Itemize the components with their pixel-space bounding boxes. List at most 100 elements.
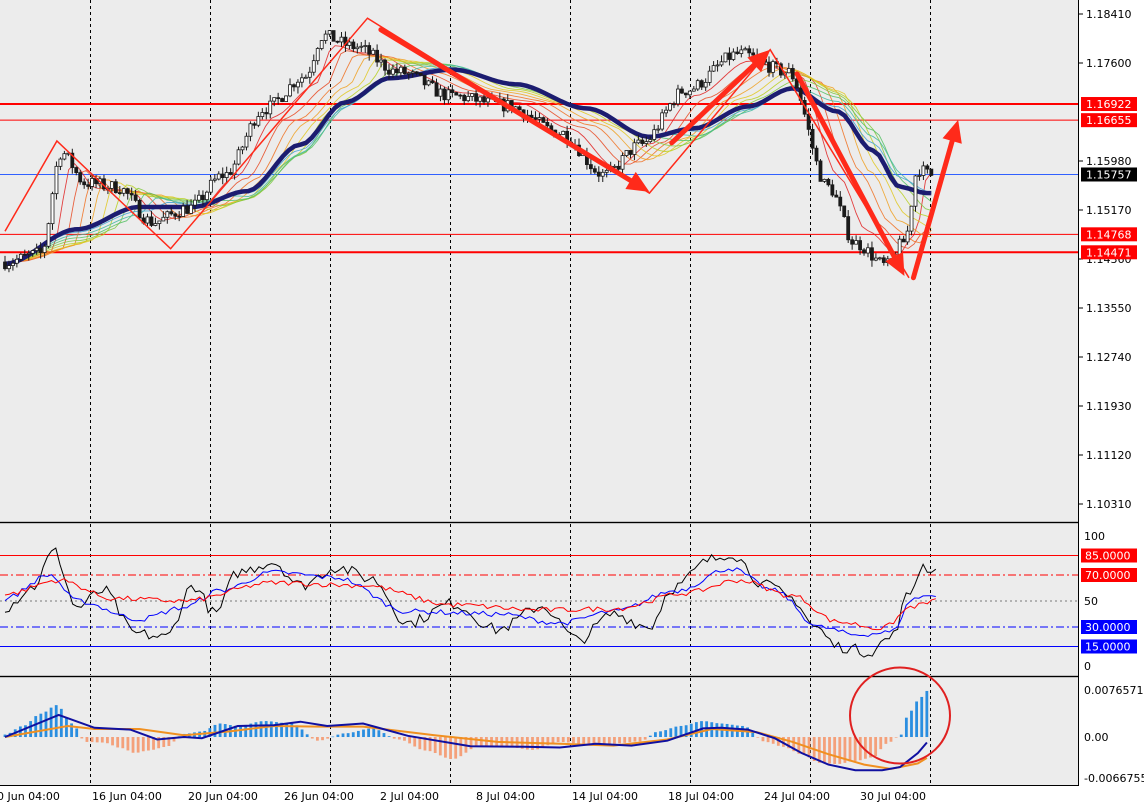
trading-chart-window: 1.18410 1.17600 1.15980 1.15170 1.14360 1.135… bbox=[0, 0, 1144, 804]
candle-body bbox=[881, 257, 886, 263]
macd-histogram-bar bbox=[618, 737, 621, 744]
candle-body bbox=[137, 199, 142, 219]
candle-body bbox=[858, 240, 862, 251]
candle-body bbox=[3, 261, 7, 270]
candle-body bbox=[624, 150, 629, 156]
candle-body bbox=[482, 96, 486, 103]
macd-histogram-bar bbox=[310, 737, 314, 739]
candle-body bbox=[588, 164, 593, 170]
candle-body bbox=[22, 253, 27, 256]
candle-body bbox=[220, 173, 225, 179]
candle-body bbox=[446, 89, 451, 101]
candle-body bbox=[204, 191, 209, 201]
candle-body bbox=[117, 192, 122, 195]
candle-body bbox=[268, 100, 273, 115]
macd-histogram-bar bbox=[346, 733, 350, 738]
macd-histogram-bar bbox=[341, 733, 345, 738]
macd-histogram-bar bbox=[899, 734, 903, 738]
candle-body bbox=[351, 41, 356, 50]
candle-body bbox=[284, 95, 288, 102]
macd-histogram-bar bbox=[623, 737, 627, 743]
macd-histogram-bar bbox=[628, 737, 632, 743]
macd-histogram-bar bbox=[44, 711, 48, 738]
candle-body bbox=[707, 70, 712, 83]
macd-histogram-bar bbox=[556, 737, 560, 743]
candle-body bbox=[240, 146, 245, 151]
candle-body bbox=[86, 184, 91, 187]
candle-body bbox=[125, 188, 130, 194]
macd-histogram-bar bbox=[920, 696, 924, 738]
candle-body bbox=[319, 40, 324, 49]
oscillator-level-label: 15.0000 bbox=[1085, 641, 1131, 654]
macd-histogram-bar bbox=[136, 737, 140, 753]
candle-body bbox=[517, 106, 522, 111]
macd-histogram-bar bbox=[833, 737, 837, 764]
macd-histogram-bar bbox=[648, 735, 652, 738]
level-price-label: 1.14471 bbox=[1086, 246, 1132, 259]
candle-body bbox=[430, 80, 435, 84]
candle-body bbox=[208, 179, 213, 193]
candle-body bbox=[434, 82, 439, 97]
candle-body bbox=[272, 97, 277, 102]
candle-body bbox=[731, 51, 736, 60]
candle-body bbox=[743, 48, 748, 51]
candle-body bbox=[767, 61, 771, 73]
macd-histogram-bar bbox=[59, 708, 63, 738]
time-axis-label: 14 Jul 04:00 bbox=[572, 790, 638, 803]
time-axis-label: 20 Jun 04:00 bbox=[188, 790, 258, 803]
price-tick-label: 1.10310 bbox=[1086, 498, 1132, 511]
candle-body bbox=[26, 252, 31, 255]
price-tick-label: 1.13550 bbox=[1086, 302, 1132, 315]
price-tick-label: 1.12740 bbox=[1086, 351, 1132, 364]
candle-body bbox=[169, 211, 174, 215]
candle-body bbox=[90, 178, 94, 187]
candle-body bbox=[335, 40, 340, 43]
candle-body bbox=[533, 117, 538, 120]
candle-body bbox=[296, 81, 300, 88]
candle-body bbox=[790, 68, 795, 80]
macd-histogram-bar bbox=[356, 730, 360, 738]
candle-body bbox=[818, 160, 823, 182]
candle-body bbox=[842, 205, 847, 217]
candle-body bbox=[735, 51, 740, 54]
candle-body bbox=[838, 196, 843, 207]
time-axis-label: 24 Jul 04:00 bbox=[764, 790, 830, 803]
candle-body bbox=[668, 103, 672, 111]
candle-body bbox=[260, 112, 265, 117]
candle-body bbox=[921, 165, 926, 176]
macd-histogram-bar bbox=[874, 737, 878, 757]
macd-histogram-bar bbox=[351, 732, 355, 738]
candle-body bbox=[402, 66, 407, 75]
candle-body bbox=[383, 59, 387, 71]
candle-body bbox=[474, 93, 478, 102]
candle-body bbox=[680, 88, 684, 94]
macd-histogram-bar bbox=[879, 737, 883, 750]
macd-histogram-bar bbox=[126, 737, 130, 751]
price-tick-label: 1.15980 bbox=[1086, 155, 1132, 168]
macd-histogram-bar bbox=[372, 728, 376, 738]
macd-histogram-bar bbox=[904, 717, 908, 738]
macd-histogram-bar bbox=[146, 737, 150, 751]
candle-body bbox=[303, 76, 308, 79]
candle-body bbox=[379, 59, 383, 63]
macd-histogram-bar bbox=[377, 730, 381, 738]
candle-body bbox=[276, 97, 281, 100]
candle-body bbox=[109, 181, 114, 189]
macd-histogram-bar bbox=[321, 737, 324, 741]
macd-histogram-bar bbox=[674, 726, 678, 738]
level-price-label: 1.15757 bbox=[1086, 168, 1132, 181]
macd-histogram-bar bbox=[80, 737, 84, 739]
level-price-label: 1.16922 bbox=[1086, 98, 1132, 111]
candle-body bbox=[870, 247, 874, 261]
macd-histogram-bar bbox=[131, 737, 135, 753]
candle-body bbox=[604, 169, 609, 173]
candle-body bbox=[426, 80, 431, 86]
candle-body bbox=[862, 249, 866, 254]
candle-body bbox=[644, 141, 649, 144]
macd-histogram-bar bbox=[664, 730, 668, 738]
candle-body bbox=[478, 96, 482, 102]
macd-histogram-bar bbox=[766, 737, 770, 743]
macd-histogram-bar bbox=[367, 728, 371, 738]
candle-body bbox=[58, 158, 63, 167]
candle-body bbox=[216, 173, 221, 180]
